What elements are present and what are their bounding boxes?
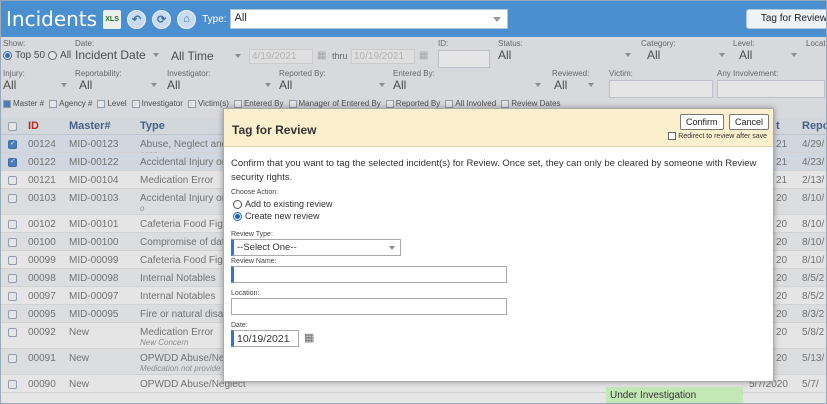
location-input[interactable] [231,298,507,315]
create-new-option[interactable]: Create new review [233,211,320,221]
tag-for-review-dialog: Tag for Review Confirm Cancel Redirect t… [223,108,774,382]
refresh-icon[interactable]: ⟳ [152,9,172,29]
add-existing-option[interactable]: Add to existing review [233,199,333,209]
review-name-input[interactable] [231,266,507,283]
redirect-checkbox[interactable] [668,132,677,140]
create-new-label: Create new review [245,211,320,221]
add-existing-radio[interactable] [233,199,242,209]
tag-for-review-button[interactable]: Tag for Review [745,9,826,29]
review-date-input[interactable]: 10/19/2021 [231,330,299,347]
home-icon[interactable]: ⌂ [177,9,197,29]
add-existing-label: Add to existing review [245,199,333,209]
review-name-label: Review Name: [231,258,277,265]
dialog-body: Confirm that you want to tag the selecte… [224,147,773,381]
top-toolbar: Incidents XLS ↶ ⟳ ⌂ Type: All Tag for Re… [1,1,826,37]
date-field-label: Date: [231,322,248,329]
calendar-icon[interactable]: ▦ [304,331,314,344]
review-type-select[interactable]: --Select One-- [231,239,401,256]
review-type-label: Review Type: [231,231,273,238]
cancel-button[interactable]: Cancel [729,114,770,130]
type-select[interactable]: All [229,9,508,29]
type-label: Type: [202,13,227,25]
confirm-message: Confirm that you want to tag the selecte… [231,158,757,183]
create-new-radio[interactable] [233,211,242,221]
export-xls-icon[interactable]: XLS [103,9,122,29]
location-label: Location: [231,290,260,297]
dialog-header: Tag for Review Confirm Cancel Redirect t… [224,109,773,147]
redirect-label: Redirect to review after save [678,132,767,140]
choose-action-label: Choose Action: [231,189,279,196]
dialog-title: Tag for Review [232,123,317,137]
undo-icon[interactable]: ↶ [127,9,147,29]
redirect-option[interactable]: Redirect to review after save [668,132,767,140]
confirm-button[interactable]: Confirm [680,114,724,130]
incidents-app: Incidents XLS ↶ ⟳ ⌂ Type: All Tag for Re… [0,0,827,404]
page-title: Incidents [6,7,98,31]
status-cell: Under Investigation [606,387,743,403]
